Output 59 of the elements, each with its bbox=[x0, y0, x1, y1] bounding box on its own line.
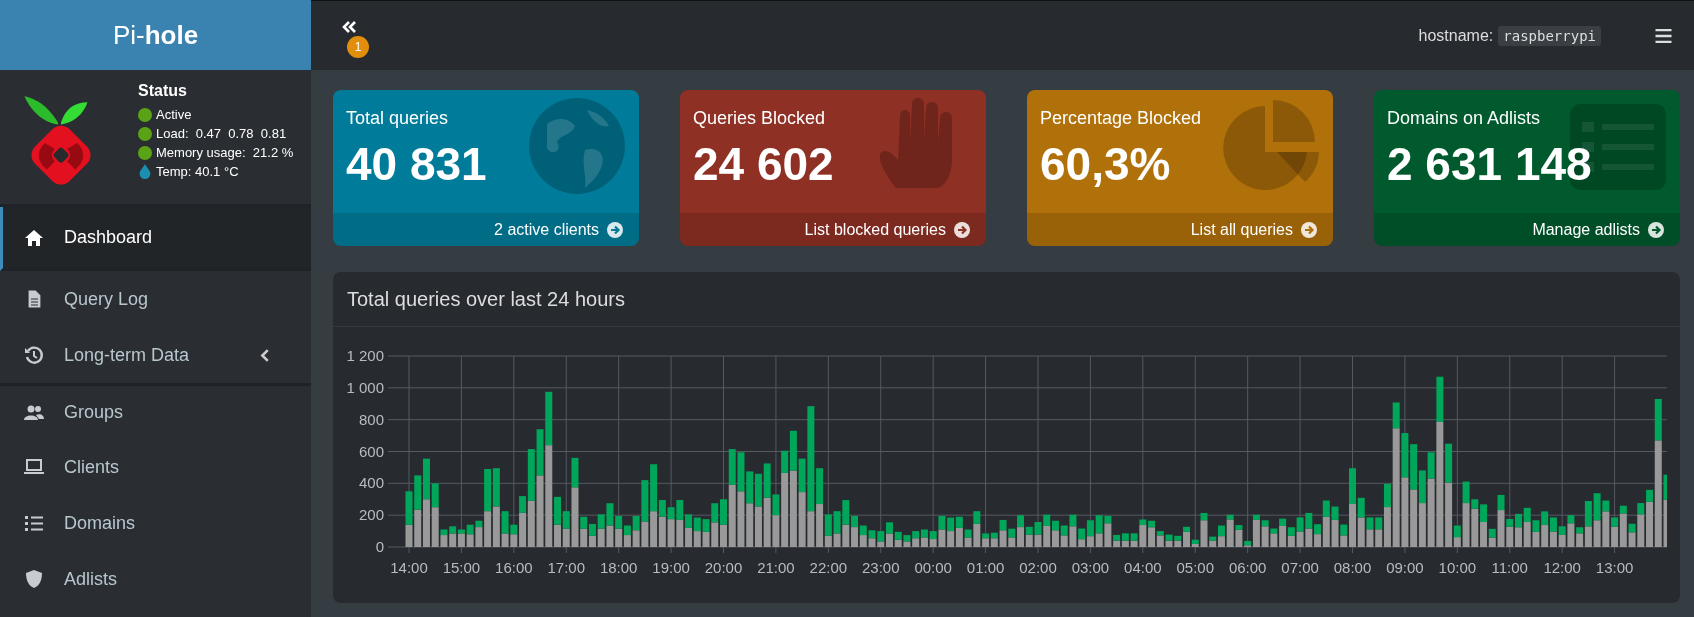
sidebar-item[interactable]: Clients bbox=[0, 439, 311, 495]
card-footer-link[interactable]: List blocked queries bbox=[680, 213, 986, 246]
x-axis-label: 23:00 bbox=[862, 559, 900, 576]
x-axis-label: 02:00 bbox=[1019, 559, 1057, 576]
card-footer-link[interactable]: Manage adlists bbox=[1374, 213, 1680, 246]
y-axis-label: 0 bbox=[375, 538, 384, 555]
sidebar-item[interactable]: Dashboard bbox=[0, 207, 311, 271]
sidebar-item[interactable]: Domains bbox=[0, 495, 311, 551]
hostname-value: raspberrypi bbox=[1498, 25, 1601, 46]
x-axis-label: 19:00 bbox=[652, 559, 690, 576]
card-title: Queries Blocked bbox=[693, 108, 826, 129]
card-value: 2 631 148 bbox=[1387, 137, 1592, 191]
y-axis-label: 800 bbox=[358, 410, 384, 428]
card-title: Percentage Blocked bbox=[1040, 108, 1202, 129]
sidebar-item[interactable]: Groups bbox=[0, 383, 311, 439]
y-axis-label: 200 bbox=[358, 506, 384, 524]
y-axis-label: 1 000 bbox=[346, 378, 384, 396]
card-footer-link[interactable]: List all queries bbox=[1027, 213, 1333, 246]
x-axis-label: 00:00 bbox=[914, 559, 952, 576]
y-axis-label: 1 200 bbox=[346, 347, 384, 364]
status-text: Load: 0.47 0.78 0.81 bbox=[156, 126, 287, 141]
x-axis-label: 09:00 bbox=[1386, 559, 1424, 576]
x-axis-label: 22:00 bbox=[809, 559, 848, 576]
x-axis-label: 07:00 bbox=[1281, 559, 1319, 576]
card-value: 60,3% bbox=[1040, 137, 1171, 191]
chart-title: Total queries over last 24 hours bbox=[347, 287, 625, 311]
x-axis-label: 16:00 bbox=[495, 559, 533, 576]
status-text: Temp: 40.1 °C bbox=[156, 164, 239, 179]
x-axis-label: 10:00 bbox=[1438, 559, 1477, 576]
card-title: Total queries bbox=[346, 108, 449, 129]
x-axis-label: 04:00 bbox=[1124, 559, 1162, 576]
sidebar-item[interactable]: Adlists bbox=[0, 551, 311, 607]
status-text: Memory usage: 21.2 % bbox=[156, 145, 294, 160]
x-axis-label: 15:00 bbox=[442, 559, 481, 576]
x-axis-label: 01:00 bbox=[966, 559, 1005, 576]
card-value: 24 602 bbox=[693, 137, 834, 191]
x-axis-label: 14:00 bbox=[390, 559, 428, 576]
sidebar-item[interactable]: Long-term Data bbox=[0, 327, 311, 383]
x-axis-label: 11:00 bbox=[1491, 559, 1528, 576]
card-footer-link[interactable]: 2 active clients bbox=[333, 213, 639, 246]
x-axis-label: 12:00 bbox=[1543, 559, 1581, 576]
y-axis-label: 600 bbox=[358, 442, 384, 460]
card-title: Domains on Adlists bbox=[1387, 108, 1541, 129]
y-axis-label: 400 bbox=[358, 474, 384, 492]
x-axis-label: 18:00 bbox=[599, 559, 638, 576]
x-axis-label: 05:00 bbox=[1176, 559, 1214, 576]
x-axis-label: 13:00 bbox=[1595, 559, 1634, 576]
card-value: 40 831 bbox=[346, 137, 487, 191]
sidebar-item[interactable]: Query Log bbox=[0, 271, 311, 327]
x-axis-label: 06:00 bbox=[1228, 559, 1267, 576]
x-axis-label: 08:00 bbox=[1333, 559, 1372, 576]
logo-text[interactable]: Pi-hole bbox=[112, 19, 199, 51]
x-axis-label: 17:00 bbox=[547, 559, 585, 576]
hostname-label: hostname: bbox=[1418, 26, 1494, 45]
status-title: Status bbox=[138, 82, 188, 100]
x-axis-label: 20:00 bbox=[704, 559, 743, 576]
status-text: Active bbox=[156, 107, 192, 122]
x-axis-label: 03:00 bbox=[1071, 559, 1110, 576]
x-axis-label: 21:00 bbox=[757, 559, 795, 576]
